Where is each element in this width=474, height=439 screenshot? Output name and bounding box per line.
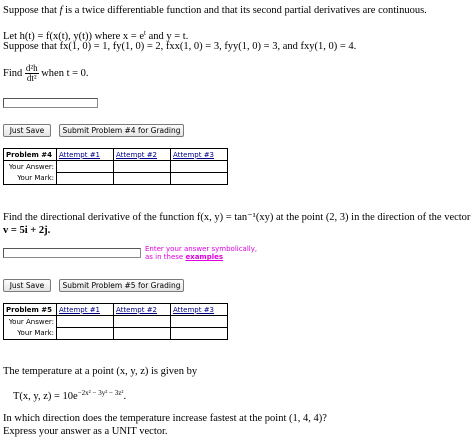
problem5-just-save-button[interactable]: Just Save [3,279,51,292]
problem6-formula: T(x, y, z) = 10e−2x² − 3y² − 3z². [13,389,127,402]
problem4-given-values: Suppose that fx(1, 0) = 1, fy(1, 0) = 2,… [3,41,357,52]
problem5-hint-line1: Enter your answer symbolically, [145,245,258,253]
problem5-mark-cell-2 [113,327,171,340]
problem5-table-header: Problem #5 [3,303,57,316]
problem4-just-save-button[interactable]: Just Save [3,124,51,137]
problem4-answer-cell-3 [170,160,228,173]
problem4-your-mark-label: Your Mark: [3,172,57,185]
problem5-question: Find the directional derivative of the f… [3,212,471,223]
problem5-answer-input[interactable] [3,248,141,258]
problem5-answer-cell-2 [113,315,171,328]
problem4-mark-cell-3 [170,172,228,185]
problem5-your-answer-label: Your Answer: [3,315,57,328]
problem5-answer-cell-1 [56,315,114,328]
problem4-your-answer-label: Your Answer: [3,160,57,173]
problem5-submit-button[interactable]: Submit Problem #5 for Grading [59,279,184,292]
problem4-attempts-table: Problem #4 Attempt #1 Attempt #2 Attempt… [3,148,228,185]
problem5-hint-line2: as in these [145,253,186,261]
problem5-vector-line: v = 5i + 2j. [3,225,51,236]
problem4-table-header: Problem #4 [3,148,57,161]
problem4-attempt-2[interactable]: Attempt #2 [113,148,171,161]
problem4-mark-cell-2 [113,172,171,185]
problem4-answer-cell-2 [113,160,171,173]
second-derivative-fraction: d²h dt² [24,63,39,84]
problem6-intro: The temperature at a point (x, y, z) is … [3,366,198,377]
problem5-attempts-table: Problem #5 Attempt #1 Attempt #2 Attempt… [3,303,228,340]
problem5-attempt-3[interactable]: Attempt #3 [170,303,228,316]
problem6-question: In which direction does the temperature … [3,413,327,424]
problem4-answer-cell-1 [56,160,114,173]
problem5-mark-cell-3 [170,327,228,340]
problem5-mark-cell-1 [56,327,114,340]
problem5-attempt-2[interactable]: Attempt #2 [113,303,171,316]
problem4-submit-button[interactable]: Submit Problem #4 for Grading [59,124,184,137]
problem4-find-line: Find d²h dt² when t = 0. [3,63,89,84]
examples-link[interactable]: examples [185,253,223,261]
problem5-answer-cell-3 [170,315,228,328]
problem4-mark-cell-1 [56,172,114,185]
problem5-attempt-1[interactable]: Attempt #1 [56,303,114,316]
problem5-hint: Enter your answer symbolically, as in th… [145,245,257,261]
problem4-attempt-1[interactable]: Attempt #1 [56,148,114,161]
problem4-answer-input[interactable] [3,98,98,108]
problem4-intro: Suppose that f is a twice differentiable… [3,5,427,16]
problem5-your-mark-label: Your Mark: [3,327,57,340]
problem6-instruction: Express your answer as a UNIT vector. [3,426,168,437]
problem4-attempt-3[interactable]: Attempt #3 [170,148,228,161]
